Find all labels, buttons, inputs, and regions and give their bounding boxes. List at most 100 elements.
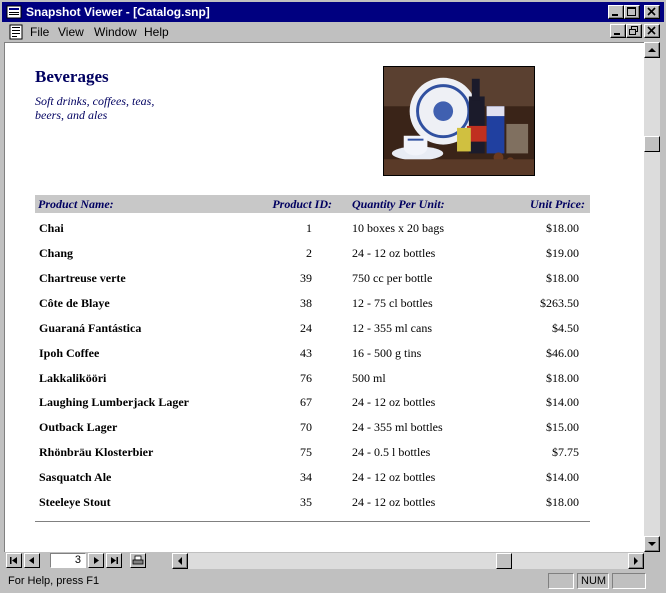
print-button[interactable]: [130, 553, 146, 568]
page-navigation-bar: 3: [4, 552, 660, 569]
product-name: Chartreuse verte: [39, 271, 126, 285]
status-pane-scroll: [612, 573, 646, 589]
window-title: Snapshot Viewer - [Catalog.snp]: [26, 5, 210, 19]
product-id: 35: [300, 495, 312, 509]
table-row: Outback Lager 70 24 - 355 ml bottles $15…: [35, 417, 590, 437]
minimize-button[interactable]: [608, 5, 624, 19]
doc-close-button[interactable]: [644, 24, 660, 38]
beverages-photo: [383, 66, 535, 176]
close-icon: [647, 7, 656, 16]
close-icon: [647, 26, 656, 35]
unit-price: $14.00: [546, 470, 579, 484]
table-row: Guaraná Fantástica 24 12 - 355 ml cans $…: [35, 318, 590, 338]
product-name: Steeleye Stout: [39, 495, 111, 509]
product-id: 2: [306, 246, 312, 260]
quantity-per-unit: 12 - 355 ml cans: [352, 321, 432, 335]
last-page-icon: [111, 557, 118, 564]
table-row: Sasquatch Ale 34 24 - 12 oz bottles $14.…: [35, 467, 590, 487]
first-page-icon: [10, 557, 17, 564]
arrow-left-icon: [178, 557, 182, 565]
minimize-icon: [614, 33, 620, 35]
status-pane-caps: [548, 573, 574, 589]
unit-price: $263.50: [540, 296, 579, 310]
restore-icon: [629, 26, 638, 35]
product-name: Laughing Lumberjack Lager: [39, 395, 190, 409]
scroll-left-button[interactable]: [172, 553, 188, 569]
category-description: Soft drinks, coffees, teas, beers, and a…: [35, 94, 155, 122]
column-header-product-id: Product ID:: [272, 197, 332, 211]
product-id: 38: [300, 296, 312, 310]
quantity-per-unit: 24 - 12 oz bottles: [352, 395, 436, 409]
menu-file[interactable]: File: [30, 25, 49, 39]
app-window: Snapshot Viewer - [Catalog.snp] File Vie…: [0, 0, 666, 593]
quantity-per-unit: 16 - 500 g tins: [352, 346, 422, 360]
maximize-icon: [627, 7, 636, 16]
product-id: 1: [306, 221, 312, 235]
quantity-per-unit: 12 - 75 cl bottles: [352, 296, 433, 310]
unit-price: $7.75: [552, 445, 579, 459]
product-id: 67: [300, 395, 312, 409]
next-page-button[interactable]: [88, 553, 104, 568]
horizontal-scrollbar[interactable]: [172, 553, 644, 569]
table-row: Chang 2 24 - 12 oz bottles $19.00: [35, 243, 590, 263]
column-header-row: Product Name: Product ID: Quantity Per U…: [35, 195, 590, 213]
product-name: Sasquatch Ale: [39, 470, 112, 484]
next-page-icon: [94, 557, 99, 564]
document-icon[interactable]: [8, 24, 24, 40]
arrow-down-icon: [648, 542, 656, 546]
product-id: 76: [300, 371, 312, 385]
product-id: 75: [300, 445, 312, 459]
print-icon: [132, 555, 144, 565]
status-bar: For Help, press F1 NUM: [2, 570, 664, 591]
unit-price: $15.00: [546, 420, 579, 434]
product-name: Côte de Blaye: [39, 296, 110, 310]
column-header-quantity: Quantity Per Unit:: [352, 197, 445, 211]
doc-restore-button[interactable]: [626, 24, 642, 38]
prev-page-button[interactable]: [24, 553, 40, 568]
product-name: Guaraná Fantástica: [39, 321, 142, 335]
product-name: Lakkalikööri: [39, 371, 107, 385]
product-id: 70: [300, 420, 312, 434]
menu-help[interactable]: Help: [144, 25, 169, 39]
category-title: Beverages: [35, 67, 109, 86]
status-help-text: For Help, press F1: [8, 575, 100, 587]
scroll-down-button[interactable]: [644, 536, 660, 552]
doc-minimize-button[interactable]: [610, 24, 626, 38]
status-pane-num: NUM: [577, 573, 609, 589]
quantity-per-unit: 24 - 12 oz bottles: [352, 470, 436, 484]
quantity-per-unit: 24 - 12 oz bottles: [352, 495, 436, 509]
unit-price: $18.00: [546, 221, 579, 235]
report-divider: [35, 521, 590, 522]
vertical-scrollbar[interactable]: [644, 42, 660, 552]
close-button[interactable]: [644, 5, 660, 19]
column-header-unit-price: Unit Price:: [530, 197, 585, 211]
quantity-per-unit: 24 - 0.5 l bottles: [352, 445, 431, 459]
menu-view[interactable]: View: [58, 25, 84, 39]
page-number-field[interactable]: 3: [50, 553, 86, 568]
last-page-button[interactable]: [106, 553, 122, 568]
maximize-button[interactable]: [624, 5, 640, 19]
table-row: Chartreuse verte 39 750 cc per bottle $1…: [35, 268, 590, 288]
product-name: Chai: [39, 221, 64, 235]
unit-price: $19.00: [546, 246, 579, 260]
table-row: Steeleye Stout 35 24 - 12 oz bottles $18…: [35, 492, 590, 512]
arrow-right-icon: [634, 557, 638, 565]
app-icon: [6, 5, 22, 19]
scroll-up-button[interactable]: [644, 42, 660, 58]
table-row: Ipoh Coffee 43 16 - 500 g tins $46.00: [35, 343, 590, 363]
scroll-right-button[interactable]: [628, 553, 644, 569]
quantity-per-unit: 24 - 12 oz bottles: [352, 246, 436, 260]
product-name: Outback Lager: [39, 420, 118, 434]
title-bar[interactable]: Snapshot Viewer - [Catalog.snp]: [2, 2, 664, 22]
hscroll-thumb[interactable]: [496, 553, 512, 569]
scroll-thumb[interactable]: [644, 136, 660, 152]
table-row: Lakkalikööri 76 500 ml $18.00: [35, 368, 590, 388]
unit-price: $14.00: [546, 395, 579, 409]
table-row: Chai 1 10 boxes x 20 bags $18.00: [35, 218, 590, 238]
product-id: 43: [300, 346, 312, 360]
report-page: Beverages Soft drinks, coffees, teas, be…: [4, 42, 645, 553]
unit-price: $18.00: [546, 271, 579, 285]
first-page-button[interactable]: [6, 553, 22, 568]
menu-window[interactable]: Window: [94, 25, 137, 39]
quantity-per-unit: 500 ml: [352, 371, 386, 385]
